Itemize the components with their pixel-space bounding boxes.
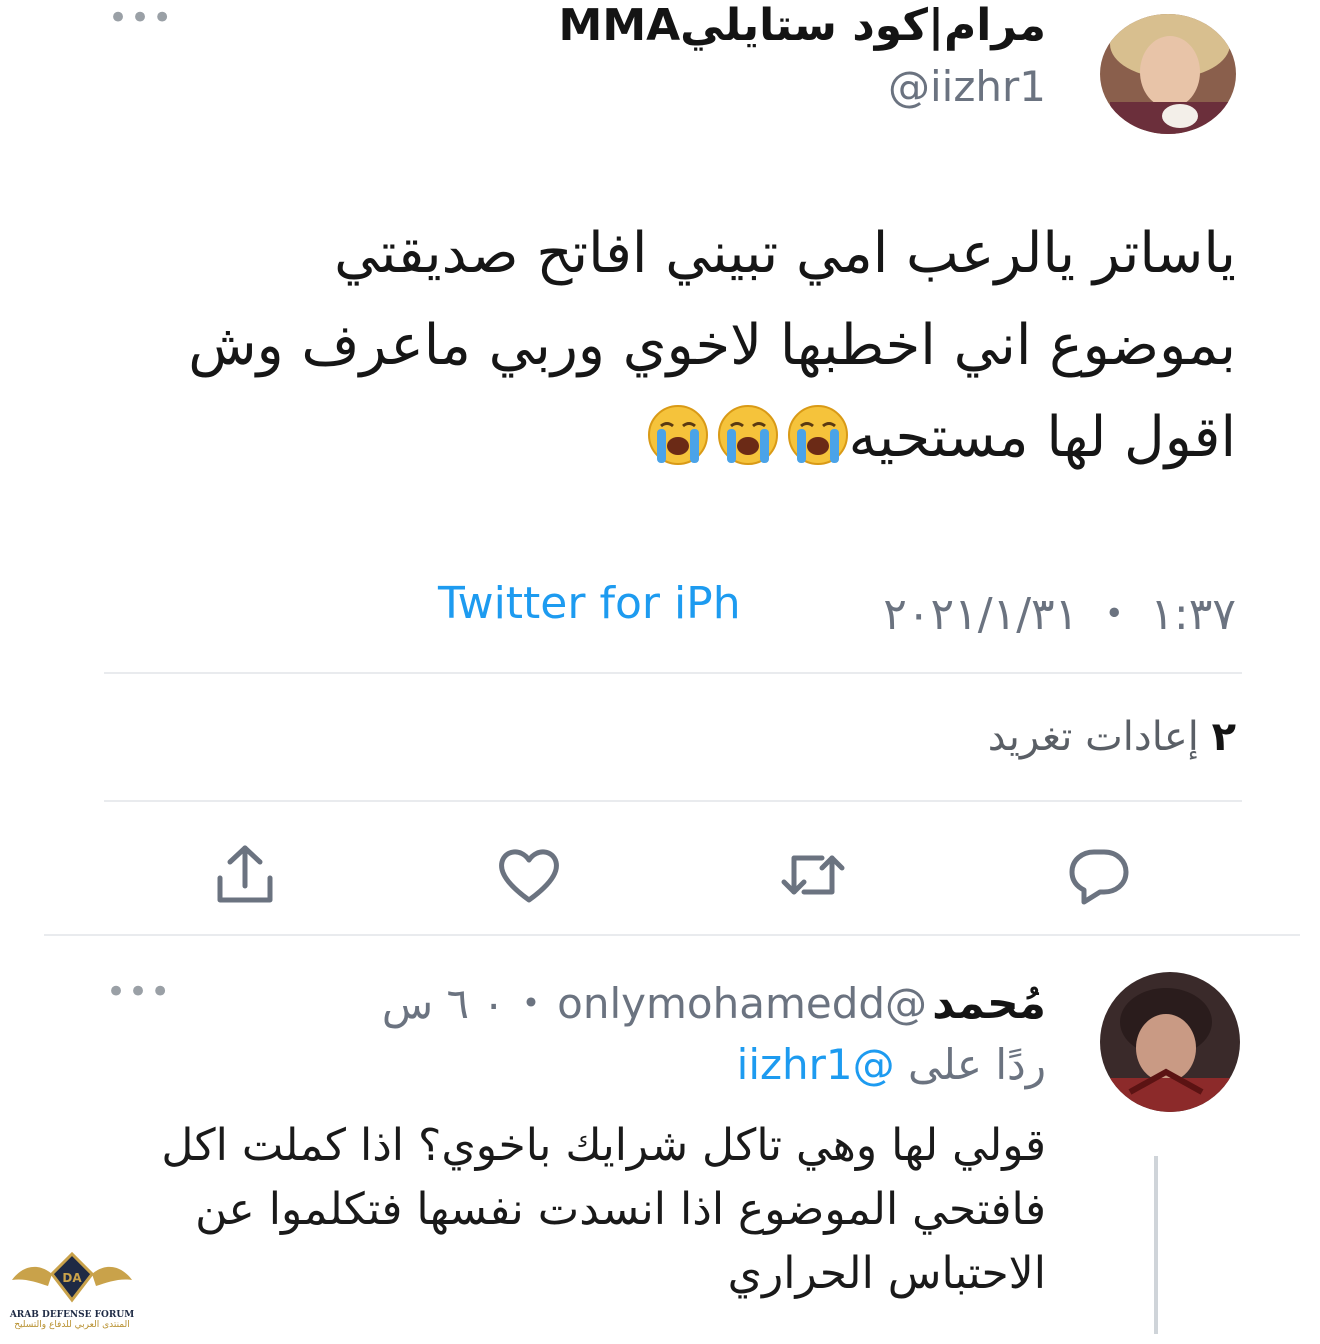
watermark-logo: DA ARAB DEFENSE FORUM المنتدى العربي للد… xyxy=(8,1246,136,1342)
reply-author-name[interactable]: مُحمد xyxy=(932,978,1046,1029)
tweet-source[interactable]: Twitter for iPh xyxy=(438,578,741,629)
author-name[interactable]: مرام|كود ستايليMMA xyxy=(559,0,1046,51)
reply-time[interactable]: ٠ ٦ س xyxy=(382,979,505,1028)
replying-mention[interactable]: @iizhr1 xyxy=(737,1040,895,1089)
retweets-label: إعادات تغريد xyxy=(987,714,1199,760)
reply-button[interactable] xyxy=(1064,840,1134,910)
more-options-icon[interactable]: ••• xyxy=(106,975,172,1009)
svg-text:DA: DA xyxy=(62,1271,82,1285)
retweets-stat[interactable]: ٢ إعادات تغريد xyxy=(988,714,1236,760)
watermark-line2: المنتدى العربي للدفاع والتسليح xyxy=(14,1320,130,1330)
tweet-text-line: بموضوع اني اخطبها لاخوي وربي ماعرف وش xyxy=(188,313,1236,378)
reply-text-line: قولي لها وهي تاكل شرايك باخوي؟ اذا كملت … xyxy=(161,1120,1046,1171)
retweet-button[interactable] xyxy=(778,840,848,910)
retweets-count: ٢ xyxy=(1211,714,1236,760)
reply-text-line: فافتحي الموضوع اذا انسدت نفسها فتكلموا ع… xyxy=(195,1184,1046,1235)
reply-avatar[interactable] xyxy=(1100,972,1240,1112)
reply-header: مُحمد @onlymohamedd ・ ٠ ٦ س xyxy=(381,978,1046,1029)
winged-shield-icon: DA xyxy=(12,1251,132,1303)
tweet-text-line: اقول لها مستحيه xyxy=(36,392,1236,484)
reply-author-handle[interactable]: @onlymohamedd xyxy=(557,979,927,1028)
tweet-timestamp[interactable]: ١:٣٧ ・ ٢٠٢١/١/٣١ xyxy=(883,578,1236,642)
tweet-text: ياساتر يالرعب امي تبيني افاتح صديقتي بمو… xyxy=(36,208,1236,484)
retweet-icon xyxy=(781,855,845,895)
heart-icon xyxy=(499,849,559,903)
like-button[interactable] xyxy=(494,840,564,910)
author-handle[interactable]: @iizhr1 xyxy=(888,62,1046,111)
tweet-text-line: ياساتر يالرعب امي تبيني افاتح صديقتي xyxy=(334,221,1236,286)
divider xyxy=(44,934,1300,936)
share-icon xyxy=(217,845,273,903)
divider xyxy=(104,800,1242,802)
reply-icon xyxy=(1069,849,1129,905)
more-options-icon[interactable]: ••• xyxy=(108,1,174,35)
loudly-crying-face-icon xyxy=(717,402,779,465)
replying-label: ردًا على xyxy=(908,1040,1046,1089)
author-avatar[interactable] xyxy=(1100,14,1236,134)
watermark-line1: ARAB DEFENSE FORUM xyxy=(9,1310,135,1320)
reply-text-line: الاحتباس الحراري xyxy=(727,1248,1046,1299)
replying-to: ردًا على @iizhr1 xyxy=(737,1040,1046,1089)
reply-text: قولي لها وهي تاكل شرايك باخوي؟ اذا كملت … xyxy=(106,1114,1046,1306)
loudly-crying-face-icon xyxy=(787,402,849,465)
thread-line xyxy=(1154,1156,1158,1334)
loudly-crying-face-icon xyxy=(647,402,709,465)
divider xyxy=(104,672,1242,674)
share-button[interactable] xyxy=(210,840,280,910)
